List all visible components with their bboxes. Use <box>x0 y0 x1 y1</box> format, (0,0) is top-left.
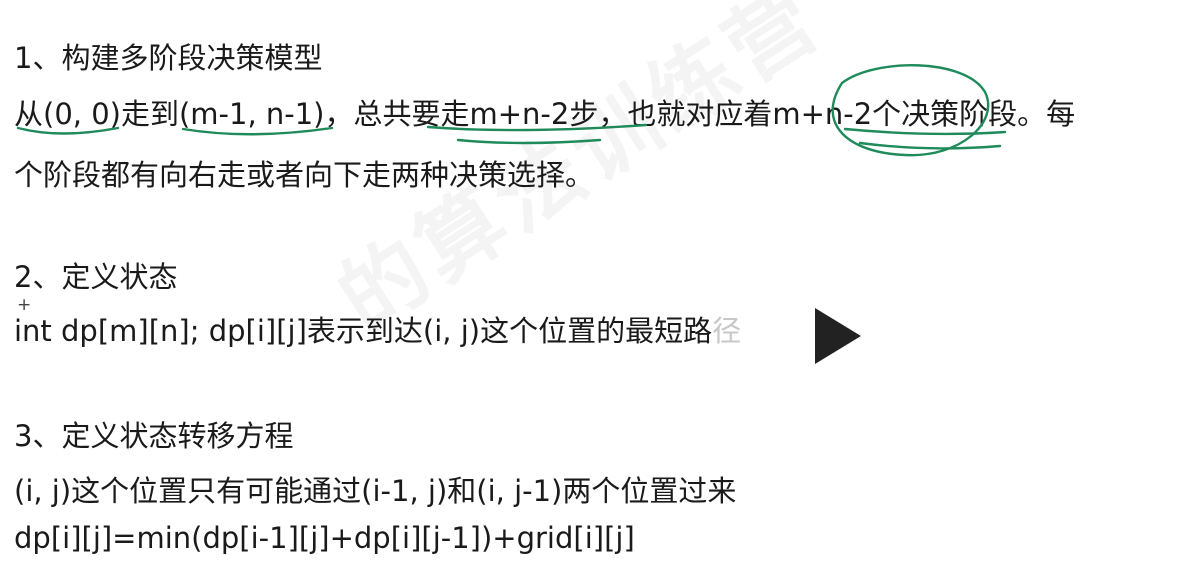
section-1-line-1: 从(0, 0)走到(m-1, n-1)，总共要走m+n-2步，也就对应着m+n-… <box>14 97 1076 131</box>
section-3-heading: 3、定义状态转移方程 <box>14 419 294 453</box>
section-1-heading: 1、构建多阶段决策模型 <box>14 41 323 75</box>
section-2-heading: 2、定义状态 <box>14 260 178 294</box>
underline-stages-2 <box>858 141 1002 150</box>
state-definition-text: int dp[m][n]; dp[i][j]表示到达(i, j)这个位置的最短路 <box>14 314 713 348</box>
section-1-line-2: 个阶段都有向右走或者向下走两种决策选择。 <box>14 158 595 192</box>
section-3-line-1: (i, j)这个位置只有可能通过(i-1, j)和(i, j-1)两个位置过来 <box>14 474 737 508</box>
state-definition-line: int dp[m][n]; dp[i][j]表示到达(i, j)这个位置的最短路… <box>14 312 741 350</box>
state-definition-faded-char: 径 <box>712 314 742 348</box>
underline-total-steps-2 <box>456 138 602 145</box>
play-icon[interactable] <box>815 308 861 364</box>
transition-equation: dp[i][j]=min(dp[i-1][j]+dp[i][j-1])+grid… <box>14 521 635 555</box>
